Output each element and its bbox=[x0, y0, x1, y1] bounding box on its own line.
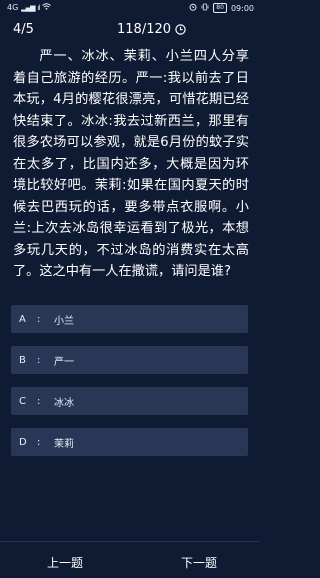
option-text: 严一 bbox=[54, 356, 74, 368]
option-letter: D bbox=[19, 436, 27, 448]
option-colon: : bbox=[37, 313, 41, 325]
signal-icon: ▂▄▆ bbox=[21, 3, 35, 12]
network-label: 4G bbox=[7, 3, 19, 12]
option-text: 小兰 bbox=[54, 315, 74, 327]
alarm-icon bbox=[189, 3, 197, 13]
signal-secondary-icon: ıl bbox=[37, 3, 40, 12]
vibrate-icon bbox=[201, 3, 209, 13]
option-b[interactable]: B : 严一 bbox=[11, 346, 248, 374]
countdown-timer: 118/120 bbox=[117, 22, 186, 37]
answer-options: A : 小兰 B : 严一 C : 冰冰 D : 茉莉 bbox=[11, 305, 248, 469]
question-text: 严一、冰冰、茉莉、小兰四人分享着自己旅游的经历。严一:我以前去了日本玩，4月的樱… bbox=[13, 49, 249, 279]
option-a[interactable]: A : 小兰 bbox=[11, 305, 248, 333]
option-colon: : bbox=[37, 395, 41, 407]
question-header: 4/5 118/120 bbox=[0, 18, 260, 44]
option-c[interactable]: C : 冰冰 bbox=[11, 387, 248, 415]
prev-question-button[interactable]: 上一题 bbox=[47, 554, 83, 571]
option-colon: : bbox=[37, 354, 41, 366]
next-question-button[interactable]: 下一题 bbox=[181, 554, 217, 571]
question-progress: 4/5 bbox=[13, 22, 34, 37]
option-text: 茉莉 bbox=[54, 438, 74, 450]
timer-value: 118/120 bbox=[117, 22, 172, 37]
wifi-icon bbox=[42, 3, 52, 12]
status-time: 09:00 bbox=[230, 3, 254, 13]
option-letter: C bbox=[19, 395, 26, 407]
bottom-nav: 上一题 下一题 bbox=[0, 541, 260, 578]
status-bar: 4G ▂▄▆ ıl 80 09:00 bbox=[0, 0, 260, 18]
battery-indicator: 80 bbox=[213, 3, 227, 13]
status-left: 4G ▂▄▆ ıl bbox=[7, 3, 52, 12]
clock-icon bbox=[175, 24, 186, 35]
option-letter: B bbox=[19, 354, 26, 366]
option-d[interactable]: D : 茉莉 bbox=[11, 428, 248, 456]
option-colon: : bbox=[37, 436, 41, 448]
status-right: 80 09:00 bbox=[189, 3, 254, 13]
option-text: 冰冰 bbox=[54, 397, 74, 409]
option-letter: A bbox=[19, 313, 26, 325]
